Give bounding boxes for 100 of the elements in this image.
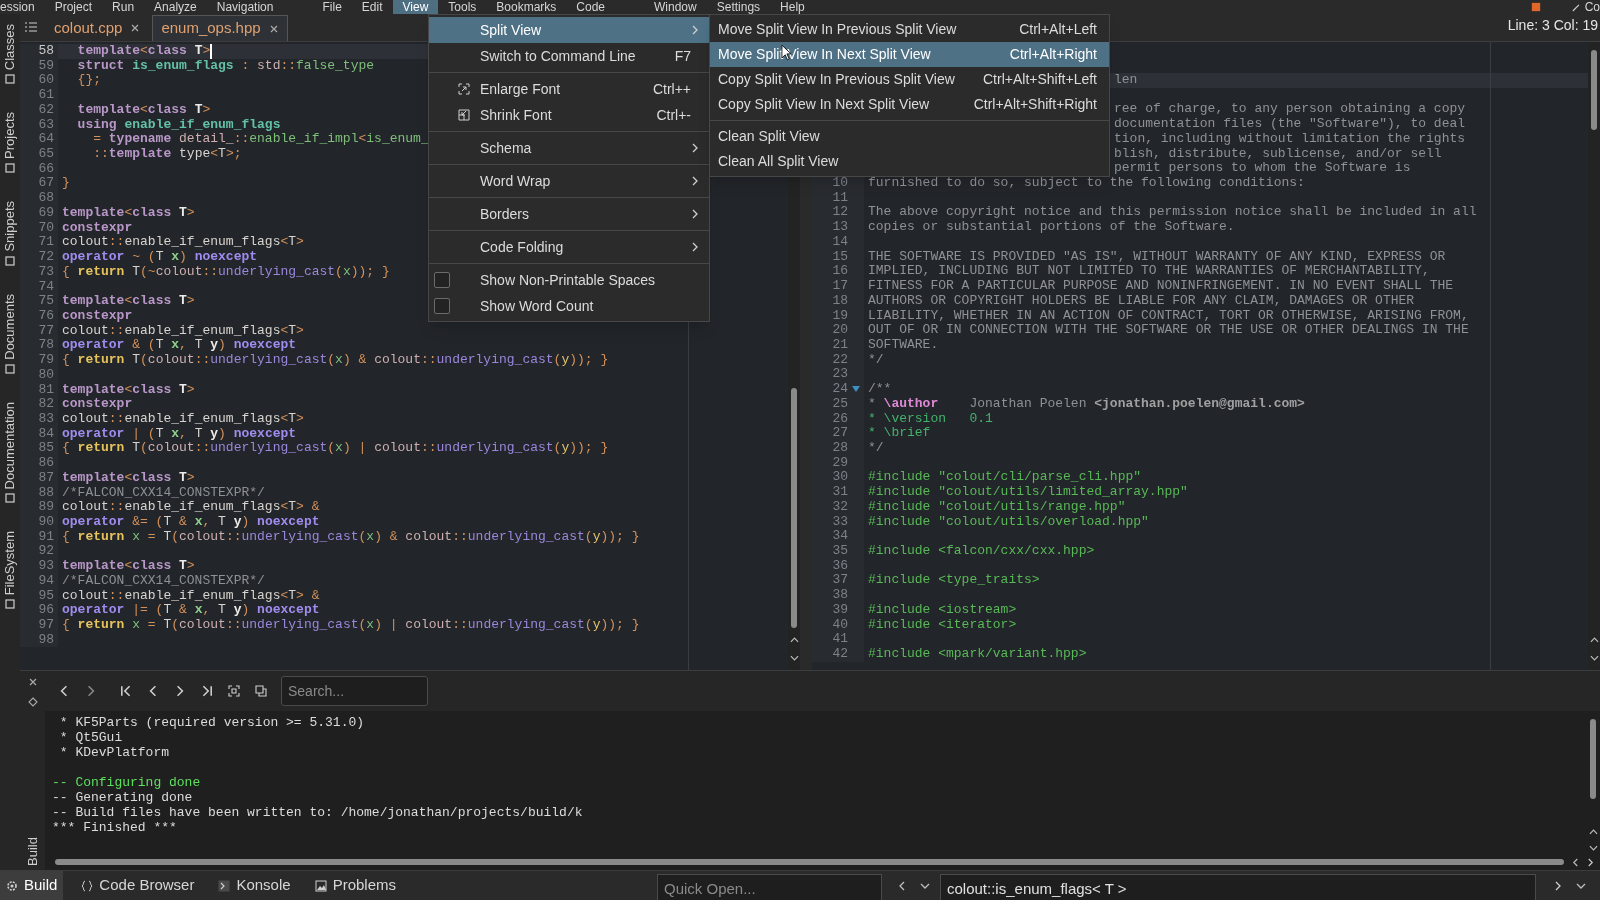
checkbox[interactable] xyxy=(434,272,450,288)
scrollbar-thumb[interactable] xyxy=(55,859,1564,865)
line-number: 27 xyxy=(831,426,848,441)
menu-item[interactable]: Project xyxy=(44,0,103,14)
menu-item[interactable]: ession xyxy=(0,0,45,14)
menu-item[interactable]: Move Split View In Next Split View Ctrl+Alt+Right xyxy=(710,42,1109,67)
scroll-down-icon[interactable] xyxy=(789,654,799,662)
menu-item[interactable]: Bookmarks xyxy=(486,0,567,14)
scrollbar-thumb[interactable] xyxy=(1591,50,1597,130)
panel-tab[interactable]: Code Browser xyxy=(75,871,201,900)
line-number: 29 xyxy=(831,455,848,471)
menu-item[interactable]: Schema xyxy=(429,135,709,161)
code-line: * \brief xyxy=(868,426,931,441)
gear-icon[interactable] xyxy=(6,879,18,892)
diamond-icon[interactable] xyxy=(27,697,38,707)
file-tab[interactable]: enum_ops.hpp xyxy=(152,15,288,41)
scroll-up-icon[interactable] xyxy=(1589,636,1599,644)
scrollbar-thumb[interactable] xyxy=(1590,719,1596,799)
menu-item[interactable]: Switch to Command Line F7 xyxy=(429,43,709,69)
scroll-down-icon[interactable] xyxy=(1588,844,1598,852)
menu-item[interactable]: Shrink Font Ctrl+- xyxy=(429,102,709,128)
side-tab[interactable]: Snippets xyxy=(2,201,18,266)
side-tab[interactable]: Documents xyxy=(2,293,18,374)
scroll-down-icon[interactable] xyxy=(1589,654,1599,662)
code-line: colout::enable_if_enum_flags<T> xyxy=(62,235,304,251)
menu-item[interactable]: Clean Split View xyxy=(710,124,1109,149)
scroll-up-icon[interactable] xyxy=(1588,828,1598,836)
menu-item[interactable]: Copy Split View In Next Split View Ctrl+Alt+Shift+Right xyxy=(710,92,1109,117)
line-number: 86 xyxy=(20,456,58,471)
menu-item[interactable]: Move Split View In Previous Split View Ctrl+Alt+Left xyxy=(710,17,1109,42)
menu-item[interactable]: Analyze xyxy=(144,0,207,14)
menu-item[interactable]: Code xyxy=(566,0,616,14)
menu-item[interactable]: File xyxy=(312,0,352,14)
code-line: AUTHORS OR COPYRIGHT HOLDERS BE LIABLE FOR ANY CLAIM, DAMAGES OR OTHER xyxy=(868,293,1415,309)
menu-item[interactable]: Run xyxy=(102,0,145,14)
checkbox[interactable] xyxy=(434,298,450,314)
search-field[interactable]: Search... xyxy=(281,676,428,706)
panel-tab[interactable]: Problems xyxy=(308,871,402,900)
menu-item[interactable]: Window xyxy=(644,0,707,14)
terminal-icon[interactable] xyxy=(218,879,231,892)
menu-item[interactable]: Settings xyxy=(706,0,771,14)
code-line: operator | (T x, T y) noexcept xyxy=(62,426,297,442)
fold-marker-icon[interactable] xyxy=(851,385,861,394)
braces-icon[interactable] xyxy=(81,879,94,892)
image-icon[interactable] xyxy=(314,879,327,892)
context-field[interactable]: colout::is_enum_flags< T > xyxy=(940,873,1536,900)
panel-icon xyxy=(5,255,15,266)
chevron-right-icon xyxy=(691,143,699,153)
quick-open-field[interactable]: Quick Open... xyxy=(657,873,882,900)
close-icon[interactable] xyxy=(268,23,279,34)
first-icon[interactable] xyxy=(120,685,132,697)
menu-item[interactable]: Clean All Split View xyxy=(710,149,1109,174)
menu-item[interactable]: Split View xyxy=(429,17,709,43)
menu-item[interactable]: Code Folding xyxy=(429,234,709,260)
side-tab[interactable]: Projects xyxy=(2,112,18,174)
menu-item[interactable]: Help xyxy=(770,0,815,14)
previous-icon[interactable] xyxy=(147,685,159,697)
menu-item[interactable]: Borders xyxy=(429,201,709,227)
file-tab[interactable]: colout.cpp xyxy=(46,15,149,41)
dropdown-icon[interactable] xyxy=(1576,881,1586,890)
code-line: { return T(colout::underlying_cast(x) | colout::underlying_cast(y)); } xyxy=(62,441,609,457)
code-line: SOFTWARE. xyxy=(868,337,939,353)
panel-tab[interactable]: Konsole xyxy=(212,871,297,900)
scrollbar-thumb[interactable] xyxy=(791,388,797,628)
line-number: 23 xyxy=(831,367,848,383)
menu-item[interactable]: Show Word Count xyxy=(429,293,709,319)
panel-tab[interactable]: Build xyxy=(0,871,64,900)
forward-icon[interactable] xyxy=(1554,880,1562,891)
menu-item[interactable]: Show Non-Printable Spaces xyxy=(429,267,709,293)
output-line: -- Configuring done xyxy=(52,775,202,790)
back-icon[interactable] xyxy=(58,685,70,697)
scroll-up-icon[interactable] xyxy=(789,636,799,644)
side-tab[interactable]: Classes xyxy=(2,24,18,85)
last-icon[interactable] xyxy=(201,685,213,697)
scroll-right-icon[interactable] xyxy=(1587,857,1594,867)
side-tab[interactable]: Documentation xyxy=(2,401,18,503)
line-number: 38 xyxy=(831,588,848,603)
menu-item[interactable]: Co xyxy=(1584,0,1600,14)
close-icon[interactable] xyxy=(27,677,38,687)
side-tab[interactable]: FileSystem xyxy=(2,531,18,610)
back-icon[interactable] xyxy=(898,880,906,891)
dropdown-icon[interactable] xyxy=(920,881,930,890)
code-line: */ xyxy=(868,352,884,368)
cursor-position: Line: 3 Col: 19 xyxy=(1507,16,1598,35)
menu-item[interactable]: Copy Split View In Previous Split View Ctrl+Alt+Shift+Left xyxy=(710,67,1109,92)
shrink-icon xyxy=(458,109,470,121)
copy-icon[interactable] xyxy=(255,685,267,697)
forward-icon[interactable] xyxy=(85,685,97,697)
scroll-left-icon[interactable] xyxy=(1572,857,1579,867)
menu-item[interactable]: Tools xyxy=(438,0,487,14)
close-icon[interactable] xyxy=(130,23,141,33)
menu-item[interactable]: Enlarge Font Ctrl++ xyxy=(429,76,709,102)
menu-item[interactable]: View xyxy=(392,0,439,14)
line-number: 25 xyxy=(831,396,848,412)
expand-icon[interactable] xyxy=(228,685,240,697)
menu-item[interactable]: Edit xyxy=(351,0,393,14)
menu-item[interactable]: Word Wrap xyxy=(429,168,709,194)
next-icon[interactable] xyxy=(174,685,186,697)
menu-item[interactable]: Navigation xyxy=(206,0,284,14)
line-number: 75 xyxy=(20,294,58,309)
